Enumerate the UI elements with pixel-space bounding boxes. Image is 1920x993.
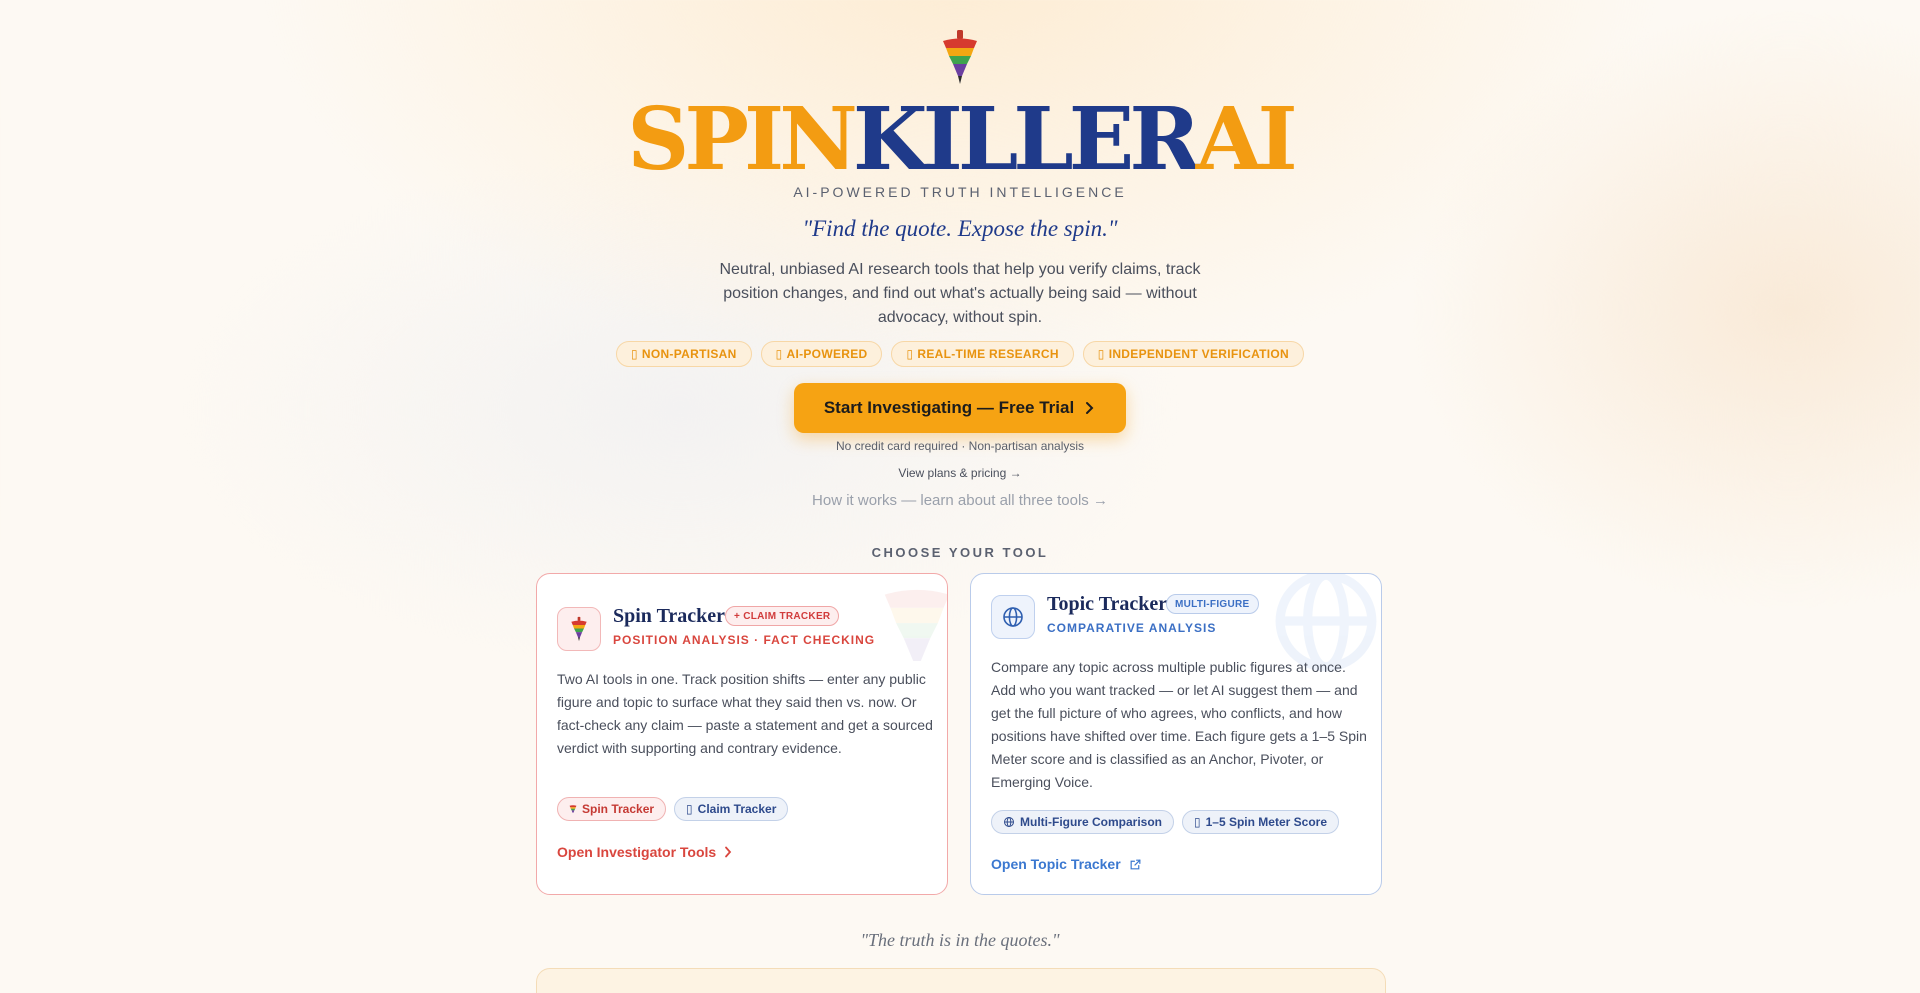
- multi-figure-badge: MULTI-FIGURE: [1166, 594, 1259, 614]
- feature-pills: ▯ NON-PARTISAN ▯ AI-POWERED ▯ REAL-TIME RES…: [0, 341, 1920, 367]
- spin-tracker-description: Two AI tools in one. Track position shif…: [557, 671, 933, 756]
- pill-icon: ▯: [1097, 347, 1105, 361]
- spin-tracker-card[interactable]: Spin Tracker + CLAIM TRACKER POSITION AN…: [536, 573, 948, 895]
- chevron-right-icon: [725, 846, 732, 858]
- chip-claim-tracker: ▯ Claim Tracker: [674, 797, 789, 821]
- chip-spin-meter-score: ▯ 1–5 Spin Meter Score: [1182, 810, 1339, 834]
- pill-icon: ▯: [906, 347, 914, 361]
- globe-icon: [1004, 817, 1014, 827]
- cta-label: Start Investigating — Free Trial: [823, 398, 1075, 417]
- spin-tracker-subtitle: POSITION ANALYSIS · FACT CHECKING: [613, 633, 876, 647]
- open-investigator-tools-link[interactable]: Open Investigator Tools: [557, 844, 732, 860]
- topic-tracker-chips: Multi-Figure Comparison ▯ 1–5 Spin Meter…: [991, 810, 1339, 834]
- pill-non-partisan: ▯ NON-PARTISAN: [615, 341, 752, 367]
- topic-tracker-description: Compare any topic across multiple public…: [991, 659, 1367, 790]
- pill-icon: ▯: [630, 347, 638, 361]
- pill-ai-powered: ▯ AI-POWERED: [760, 341, 883, 367]
- footer-quote: "The truth is in the quotes.": [860, 930, 1060, 950]
- choose-tool-heading: CHOOSE YOUR TOOL: [871, 545, 1049, 560]
- chevron-right-icon: [1086, 402, 1094, 414]
- topic-tracker-icon-box: [991, 595, 1035, 639]
- spinning-top-logo-icon: [943, 30, 977, 84]
- how-it-works-row: How it works — learn about all three too…: [0, 492, 1920, 509]
- hero-quote: "Find the quote. Expose the spin.": [802, 216, 1118, 241]
- how-it-works-link[interactable]: How it works — learn about all three too…: [812, 492, 1108, 509]
- pill-label: REAL-TIME RESEARCH: [917, 347, 1059, 361]
- brand-wordmark: SPINKILLERAI: [0, 90, 1920, 190]
- globe-icon: [1003, 607, 1023, 627]
- brand-tagline: AI-POWERED TRUTH INTELLIGENCE: [793, 184, 1127, 200]
- hero-description: Neutral, unbiased AI research tools that…: [719, 261, 1201, 326]
- topic-tracker-subtitle: COMPARATIVE ANALYSIS: [1047, 621, 1217, 635]
- open-link-label: Open Investigator Tools: [557, 844, 717, 860]
- view-plans-link[interactable]: View plans & pricing →: [898, 466, 1021, 480]
- spin-tracker-title: Spin Tracker: [613, 605, 726, 627]
- pill-independent-verification: ▯ INDEPENDENT VERIFICATION: [1082, 341, 1305, 367]
- spin-tracker-chips: Spin Tracker ▯ Claim Tracker: [557, 797, 789, 821]
- open-topic-tracker-link[interactable]: Open Topic Tracker: [991, 856, 1142, 872]
- pill-label: INDEPENDENT VERIFICATION: [1108, 347, 1290, 361]
- chip-icon: ▯: [1194, 815, 1201, 829]
- pill-label: AI-POWERED: [786, 347, 868, 361]
- claim-tracker-badge: + CLAIM TRACKER: [725, 606, 840, 626]
- chip-label: Multi-Figure Comparison: [1020, 815, 1162, 829]
- pill-real-time-research: ▯ REAL-TIME RESEARCH: [891, 341, 1074, 367]
- pill-icon: ▯: [775, 347, 783, 361]
- chip-icon: ▯: [686, 802, 693, 816]
- spinning-top-icon: [569, 805, 577, 813]
- brand-part-ai: AI: [1195, 89, 1298, 190]
- chip-label: Claim Tracker: [697, 802, 777, 816]
- start-investigating-button[interactable]: Start Investigating — Free Trial: [794, 383, 1126, 433]
- bottom-panel: [536, 968, 1386, 993]
- pill-label: NON-PARTISAN: [641, 347, 737, 361]
- brand-part-spin: SPIN: [627, 89, 858, 190]
- chip-multi-figure-comparison: Multi-Figure Comparison: [991, 810, 1174, 834]
- spinning-top-watermark-icon: [884, 589, 947, 662]
- cta-note: No credit card required · Non-partisan a…: [835, 439, 1085, 453]
- open-link-label: Open Topic Tracker: [991, 856, 1121, 872]
- spin-tracker-icon-box: [557, 607, 601, 651]
- spinning-top-icon: [571, 616, 587, 642]
- brand-part-killer: KILLER: [852, 89, 1201, 190]
- topic-tracker-card[interactable]: Topic Tracker MULTI-FIGURE COMPARATIVE A…: [970, 573, 1382, 895]
- chip-label: Spin Tracker: [582, 802, 655, 816]
- chip-label: 1–5 Spin Meter Score: [1205, 815, 1327, 829]
- external-link-icon: [1130, 859, 1141, 869]
- chip-spin-tracker: Spin Tracker: [557, 797, 667, 821]
- topic-tracker-title: Topic Tracker: [1047, 593, 1168, 615]
- pricing-link: View plans & pricing →: [0, 466, 1920, 480]
- landing-page: SPINKILLERAI AI-POWERED TRUTH INTELLIGEN…: [0, 0, 1920, 993]
